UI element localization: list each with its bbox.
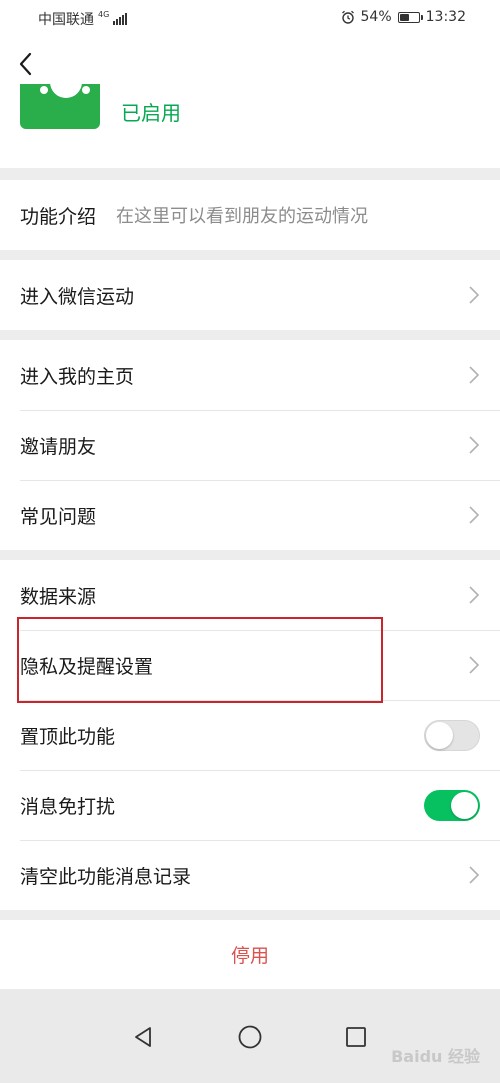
intro-label: 功能介绍 (20, 205, 97, 228)
data-source-row[interactable]: 数据来源 (0, 560, 500, 630)
do-not-disturb-label: 消息免打扰 (20, 795, 116, 818)
chevron-right-icon (469, 436, 480, 454)
watermark: Baidu 经验 (391, 1047, 480, 1066)
sport-section: 进入微信运动 (0, 260, 500, 330)
chevron-right-icon (469, 366, 480, 384)
chevron-right-icon (469, 656, 480, 674)
chevron-right-icon (469, 286, 480, 304)
data-source-label: 数据来源 (20, 585, 97, 608)
settings-section: 数据来源 隐私及提醒设置 置顶此功能 消息免打扰 清空此功能消息记录 (0, 560, 500, 910)
screen: 中国联通 4G 54% 13:32 已启用 功能介绍 在这里可以看到朋友的运动情… (0, 0, 500, 1083)
chevron-right-icon (469, 506, 480, 524)
status-left: 中国联通 4G (38, 9, 128, 29)
chevron-right-icon (469, 586, 480, 604)
social-section: 进入我的主页 邀请朋友 常见问题 (0, 340, 500, 550)
clear-history-label: 清空此功能消息记录 (20, 865, 192, 888)
toggle-knob (426, 722, 453, 749)
network-type: 4G (98, 10, 110, 19)
clear-history-row[interactable]: 清空此功能消息记录 (0, 840, 500, 910)
carrier-name: 中国联通 (38, 12, 94, 28)
back-button[interactable] (10, 48, 42, 80)
my-homepage-label: 进入我的主页 (20, 365, 135, 388)
pin-feature-toggle[interactable] (424, 720, 480, 751)
privacy-reminder-row[interactable]: 隐私及提醒设置 (0, 630, 500, 700)
status-bar: 中国联通 4G 54% 13:32 (0, 0, 500, 36)
invite-friends-label: 邀请朋友 (20, 435, 97, 458)
battery-icon (397, 11, 423, 23)
privacy-reminder-label: 隐私及提醒设置 (20, 655, 154, 678)
toggle-knob (451, 792, 478, 819)
intro-description: 在这里可以看到朋友的运动情况 (116, 206, 369, 227)
nav-back-icon (135, 1027, 151, 1047)
status-right: 54% 13:32 (341, 9, 466, 25)
back-arrow-icon (19, 52, 32, 76)
do-not-disturb-toggle[interactable] (424, 790, 480, 821)
invite-friends-row[interactable]: 邀请朋友 (0, 410, 500, 480)
nav-recent-button[interactable] (340, 1021, 372, 1053)
werun-app-icon (20, 84, 100, 129)
battery-percent: 54% (360, 9, 392, 25)
nav-home-button[interactable] (234, 1021, 266, 1053)
nav-recent-icon (346, 1027, 366, 1047)
disable-button[interactable]: 停用 (231, 941, 269, 968)
enter-werun-label: 进入微信运动 (20, 285, 135, 308)
system-nav-bar: Baidu 经验 (0, 989, 500, 1083)
intro-row: 功能介绍 在这里可以看到朋友的运动情况 (0, 180, 500, 250)
nav-home-icon (238, 1025, 262, 1049)
faq-row[interactable]: 常见问题 (0, 480, 500, 550)
pin-feature-label: 置顶此功能 (20, 725, 116, 748)
signal-icon (113, 13, 128, 25)
enter-werun-row[interactable]: 进入微信运动 (0, 260, 500, 330)
disable-section: 停用 (0, 920, 500, 989)
pin-feature-row: 置顶此功能 (0, 700, 500, 770)
chevron-right-icon (469, 866, 480, 884)
intro-section: 功能介绍 在这里可以看到朋友的运动情况 (0, 180, 500, 250)
plugin-header: 已启用 (0, 36, 500, 168)
clock: 13:32 (425, 9, 466, 25)
plugin-status: 已启用 (121, 101, 181, 125)
my-homepage-row[interactable]: 进入我的主页 (0, 340, 500, 410)
do-not-disturb-row: 消息免打扰 (0, 770, 500, 840)
alarm-icon (341, 10, 354, 24)
nav-back-button[interactable] (127, 1021, 159, 1053)
faq-label: 常见问题 (20, 505, 97, 528)
werun-logo-icon (40, 84, 90, 98)
